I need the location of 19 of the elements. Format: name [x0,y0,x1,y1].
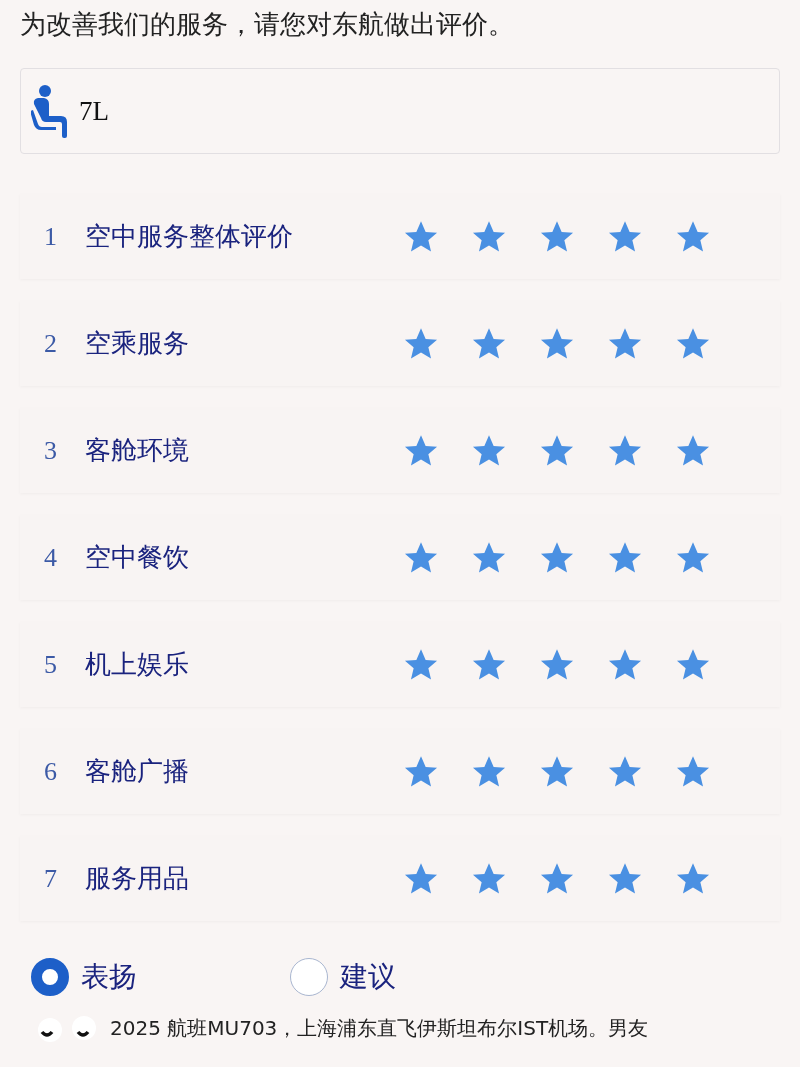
item-number: 7 [44,863,58,894]
rating-label: 空乘服务 [85,327,190,360]
feedback-radio[interactable]: 表扬 [31,958,290,996]
item-number: 1 [44,221,58,252]
seat-number: 7L [79,95,109,127]
item-number: 5 [44,649,58,680]
rating-label: 空中餐饮 [85,541,190,574]
rating-label: 客舱环境 [85,434,190,467]
rating-label: 服务用品 [85,862,190,895]
item-number: 6 [44,756,58,787]
rating-label: 机上娱乐 [85,648,190,681]
feedback-radio[interactable]: 建议 [290,958,549,996]
rating-label: 空中服务整体评价 [85,220,294,253]
comment-text: 2025 航班MU703，上海浦东直飞伊斯坦布尔IST机场。男友 [110,1015,649,1042]
intro-text: 为改善我们的服务，请您对东航做出评价。 [20,8,515,41]
item-number: 3 [44,435,58,466]
item-number: 2 [44,328,58,359]
item-number: 4 [44,542,58,573]
rating-label: 客舱广播 [85,755,190,788]
